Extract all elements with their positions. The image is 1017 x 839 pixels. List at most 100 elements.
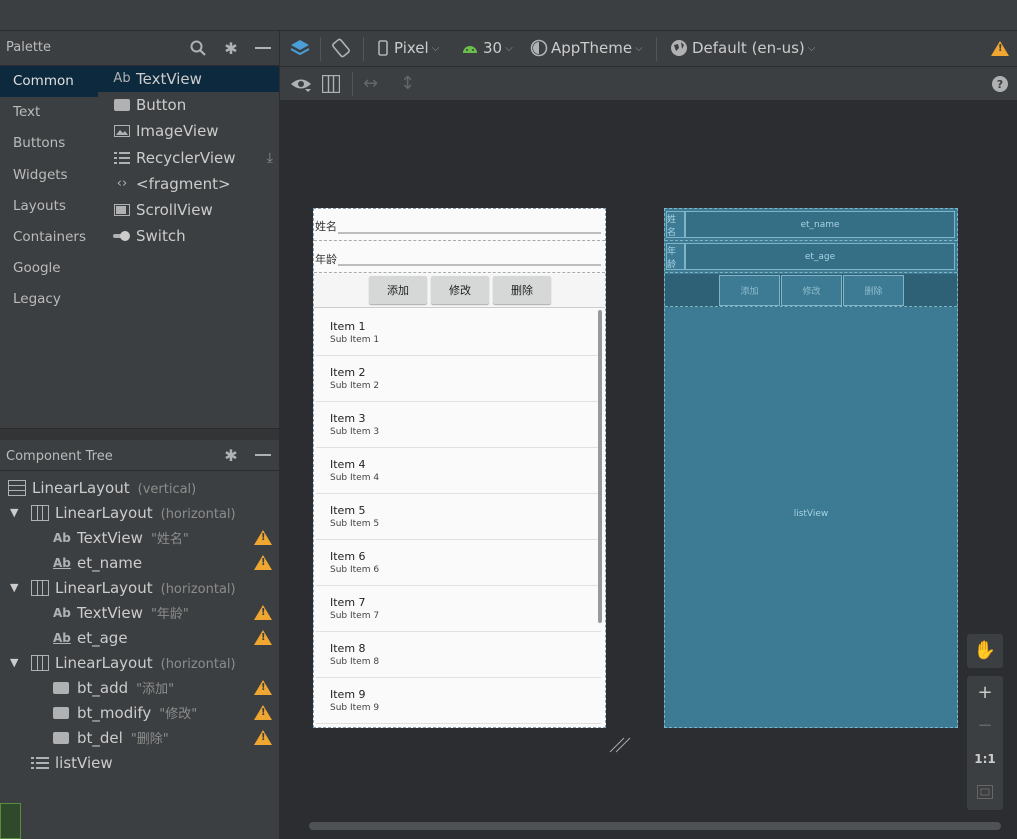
list-item[interactable]: Item 4 Sub Item 4 <box>316 448 601 494</box>
warning-icon[interactable] <box>991 41 1009 56</box>
tree-row-layout-3[interactable]: ▼ LinearLayout (horizontal) <box>0 650 279 675</box>
list-item[interactable]: Item 9 Sub Item 9 <box>316 678 601 724</box>
api-selector[interactable]: 30 ⌵ <box>461 39 513 57</box>
blueprint-age-label[interactable]: 年龄 <box>666 243 685 270</box>
blueprint-et-age[interactable]: et_age <box>685 243 955 270</box>
columns-icon[interactable] <box>322 75 340 93</box>
tree-row-et-age[interactable]: Ab et_age <box>0 625 279 650</box>
category-widgets[interactable]: Widgets <box>0 160 98 191</box>
age-row: 年龄 <box>314 241 605 273</box>
vertical-resize-icon[interactable]: ↕ <box>400 73 415 94</box>
status-indicator[interactable] <box>0 803 21 839</box>
list-item[interactable]: Item 5 Sub Item 5 <box>316 494 601 540</box>
add-button[interactable]: 添加 <box>369 276 427 304</box>
name-input[interactable] <box>338 232 601 234</box>
blueprint-name-label[interactable]: 姓名 <box>666 211 685 238</box>
tree-row-layout-2[interactable]: ▼ LinearLayout (horizontal) <box>0 575 279 600</box>
tree-row-sub: "删除" <box>130 732 169 747</box>
minimize-icon[interactable] <box>253 38 273 58</box>
globe-icon <box>671 40 687 56</box>
locale-selector[interactable]: Default (en-us) ⌵ <box>670 39 815 57</box>
zoom-to-fit-icon[interactable] <box>967 775 1003 808</box>
tree-row-label: listView <box>55 753 113 772</box>
list-item[interactable]: Item 6 Sub Item 6 <box>316 540 601 586</box>
tree-row-bt-add[interactable]: bt_add "添加" <box>0 675 279 700</box>
minimize-icon[interactable] <box>253 445 273 465</box>
zoom-out-icon[interactable]: − <box>967 709 1003 742</box>
zoom-in-icon[interactable]: + <box>967 676 1003 709</box>
gear-icon[interactable]: ✱ <box>221 445 241 465</box>
expand-arrow-icon[interactable]: ▼ <box>10 656 18 669</box>
blueprint-add-button[interactable]: 添加 <box>719 275 780 306</box>
age-input[interactable] <box>338 264 601 266</box>
expand-arrow-icon[interactable]: ▼ <box>10 506 18 519</box>
category-legacy[interactable]: Legacy <box>0 284 98 315</box>
tree-row-root[interactable]: LinearLayout (vertical) <box>0 475 279 500</box>
list-item[interactable]: Item 1 Sub Item 1 <box>316 310 601 356</box>
category-containers[interactable]: Containers <box>0 222 98 253</box>
palette-item-switch[interactable]: Switch <box>98 223 279 249</box>
tree-row-layout-1[interactable]: ▼ LinearLayout (horizontal) <box>0 500 279 525</box>
resize-handle-icon[interactable] <box>608 730 632 754</box>
tree-row-listview[interactable]: listView <box>0 750 279 775</box>
warning-icon[interactable] <box>254 705 272 720</box>
blueprint-modify-button[interactable]: 修改 <box>781 275 842 306</box>
category-common[interactable]: Common <box>0 66 98 98</box>
layers-icon[interactable] <box>290 38 310 58</box>
toolbar-separator <box>320 37 321 61</box>
zoom-actual-size-button[interactable]: 1:1 <box>967 742 1003 775</box>
warning-icon[interactable] <box>254 605 272 620</box>
palette-item-imageview[interactable]: ImageView <box>98 118 279 144</box>
list-item-title: Item 6 <box>330 550 366 563</box>
tree-row-sub: "年龄" <box>150 607 189 622</box>
list-item-title: Item 5 <box>330 504 366 517</box>
palette-item-recyclerview[interactable]: RecyclerView ⤓ <box>98 145 279 171</box>
list-item[interactable]: Item 3 Sub Item 3 <box>316 402 601 448</box>
category-google[interactable]: Google <box>0 253 98 284</box>
help-icon[interactable]: ? <box>991 75 1009 93</box>
device-selector[interactable]: Pixel ⌵ <box>378 39 439 57</box>
age-label[interactable]: 年龄 <box>315 251 337 267</box>
design-preview[interactable]: 姓名 年龄 添加 修改 删除 Item 1 Sub Item 1 Item 2 … <box>313 208 606 728</box>
hand-icon[interactable]: ✋ <box>967 634 1003 667</box>
warning-icon[interactable] <box>254 630 272 645</box>
download-icon[interactable]: ⤓ <box>267 145 273 171</box>
list-item[interactable]: Item 2 Sub Item 2 <box>316 356 601 402</box>
tree-row-et-name[interactable]: Ab et_name <box>0 550 279 575</box>
palette-item-scrollview[interactable]: ScrollView <box>98 197 279 223</box>
warning-icon[interactable] <box>254 680 272 695</box>
horizontal-resize-icon[interactable]: ↔ <box>363 73 378 94</box>
delete-button[interactable]: 删除 <box>493 276 551 304</box>
palette-item-fragment[interactable]: ‹› <fragment> <box>98 171 279 197</box>
gear-icon[interactable]: ✱ <box>221 38 241 58</box>
tree-row-bt-del[interactable]: bt_del "删除" <box>0 725 279 750</box>
tree-row-textview-age[interactable]: Ab TextView "年龄" <box>0 600 279 625</box>
blueprint-name-row: 姓名 et_name <box>665 209 957 241</box>
category-buttons[interactable]: Buttons <box>0 128 98 159</box>
warning-icon[interactable] <box>254 730 272 745</box>
modify-button[interactable]: 修改 <box>431 276 489 304</box>
theme-selector[interactable]: AppTheme ⌵ <box>530 39 643 57</box>
blueprint-et-name[interactable]: et_name <box>685 211 955 238</box>
list-item[interactable]: Item 7 Sub Item 7 <box>316 586 601 632</box>
blueprint-delete-button[interactable]: 删除 <box>843 275 904 306</box>
horizontal-scrollbar[interactable] <box>309 822 1001 830</box>
warning-icon[interactable] <box>254 530 272 545</box>
category-layouts[interactable]: Layouts <box>0 191 98 222</box>
palette-item-button[interactable]: Button <box>98 92 279 118</box>
name-label[interactable]: 姓名 <box>315 218 337 234</box>
blueprint-view[interactable]: 姓名 et_name 年龄 et_age 添加 修改 删除 listView <box>664 208 958 728</box>
list-scrollbar[interactable] <box>598 310 602 623</box>
eye-icon[interactable] <box>290 75 312 93</box>
warning-icon[interactable] <box>254 555 272 570</box>
expand-arrow-icon[interactable]: ▼ <box>10 581 18 594</box>
list-item-subtitle: Sub Item 2 <box>330 381 380 391</box>
panel-splitter[interactable] <box>0 428 279 440</box>
search-icon[interactable] <box>188 38 208 58</box>
orientation-icon[interactable] <box>331 38 351 58</box>
palette-item-textview[interactable]: Ab TextView <box>98 66 279 93</box>
tree-row-textview-name[interactable]: Ab TextView "姓名" <box>0 525 279 550</box>
tree-row-bt-modify[interactable]: bt_modify "修改" <box>0 700 279 725</box>
list-item[interactable]: Item 8 Sub Item 8 <box>316 632 601 678</box>
category-text[interactable]: Text <box>0 97 98 128</box>
